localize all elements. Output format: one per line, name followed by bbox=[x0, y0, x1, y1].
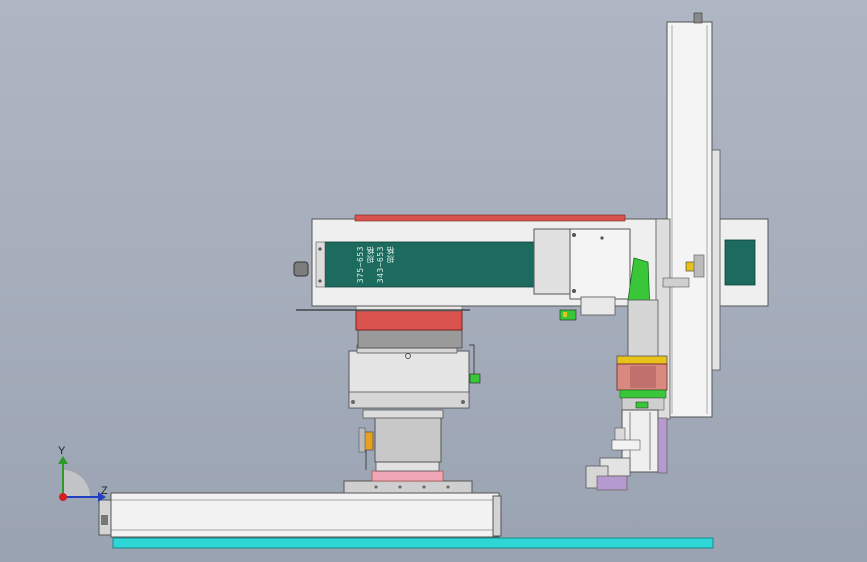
part-label-3: 规格 bbox=[366, 246, 375, 263]
green-sensor-small bbox=[469, 373, 481, 384]
yellow-sensor bbox=[685, 261, 696, 272]
teal-panel-right bbox=[724, 239, 756, 286]
base-end-cap-right bbox=[492, 495, 502, 537]
cad-model-view[interactable]: Y Z bbox=[0, 0, 867, 562]
red-plate bbox=[355, 309, 463, 331]
pink-plate bbox=[371, 470, 444, 482]
x-axis-origin bbox=[59, 493, 67, 501]
y-axis-label: Y bbox=[58, 445, 66, 457]
base-rail-assembly bbox=[98, 492, 714, 549]
cable-gland bbox=[293, 261, 309, 277]
cad-viewport[interactable]: Y Z 规格 343~653 规格 375~653 bbox=[0, 0, 867, 562]
column-body bbox=[666, 21, 713, 418]
base-cyan-strip bbox=[112, 537, 714, 549]
part-label-1: 规格 bbox=[386, 246, 395, 263]
beam-motor-mount bbox=[533, 228, 571, 295]
column-top-connector bbox=[693, 12, 703, 24]
part-label-2: 343~653 bbox=[376, 246, 385, 284]
rotary-motor-housing bbox=[374, 414, 442, 463]
carriage-plate bbox=[343, 480, 473, 494]
coordinate-triad: Y Z bbox=[58, 445, 108, 502]
z-axis-label: Z bbox=[101, 485, 108, 497]
grey-adapter bbox=[357, 327, 463, 349]
purple-plate bbox=[657, 417, 668, 474]
green-sensor-beam bbox=[559, 309, 577, 321]
part-label-4: 375~653 bbox=[356, 246, 365, 284]
y-motor-block bbox=[348, 305, 481, 409]
z-carriage bbox=[343, 409, 473, 494]
